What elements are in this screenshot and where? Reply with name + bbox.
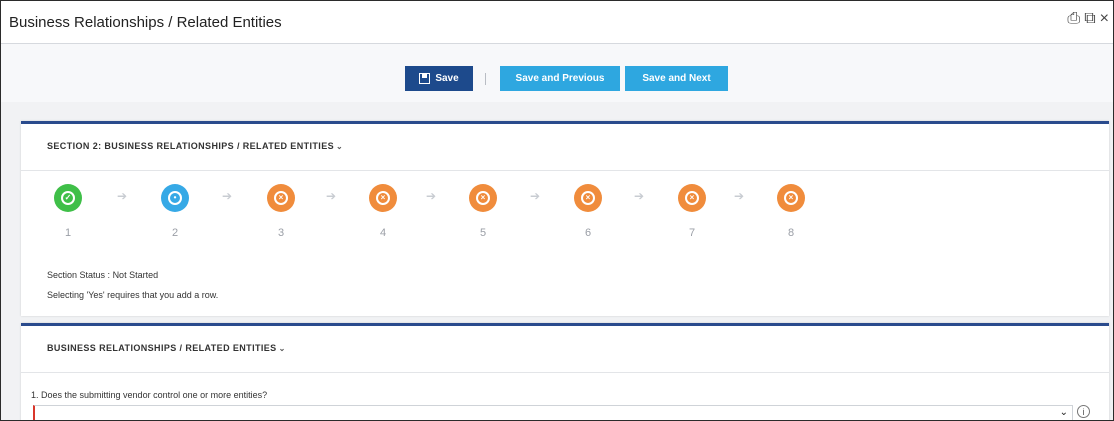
action-toolbar: Save Save and Previous Save and Next (1, 44, 1113, 102)
print-icon[interactable]: ⎙ (1067, 11, 1080, 27)
section-header[interactable]: SECTION 2: BUSINESS RELATIONSHIPS / RELA… (21, 124, 1109, 171)
question-label: 1. Does the submitting vendor control on… (31, 390, 268, 400)
section-status: Section Status : Not Started (47, 270, 158, 280)
arrow-right-icon: ➔ (426, 189, 437, 203)
step-number: 3 (277, 227, 285, 239)
arrow-right-icon: ➔ (734, 189, 745, 203)
step-2[interactable]: • 2 (155, 184, 195, 239)
close-icon[interactable]: × (1100, 11, 1109, 27)
dialog-window: Business Relationships / Related Entitie… (0, 0, 1114, 421)
step-3[interactable]: × 3 (261, 184, 301, 239)
save-button-label: Save (435, 73, 459, 84)
step-number: 4 (379, 227, 387, 239)
step-status-icon: • (161, 184, 189, 212)
step-number: 5 (479, 227, 487, 239)
section-status-label: Section Status : (47, 270, 111, 280)
save-button[interactable]: Save (405, 66, 473, 91)
section-note: Selecting 'Yes' requires that you add a … (47, 290, 219, 300)
step-number: 1 (64, 227, 72, 239)
arrow-right-icon: ➔ (222, 189, 233, 203)
step-status-icon: × (369, 184, 397, 212)
chevron-down-icon[interactable]: ⌄ (279, 344, 286, 353)
answer-select[interactable]: ⌄ (33, 405, 1073, 420)
step-number: 7 (688, 227, 696, 239)
save-icon (419, 73, 431, 84)
save-and-next-button[interactable]: Save and Next (625, 66, 728, 91)
step-status-icon: × (267, 184, 295, 212)
step-status-icon: × (469, 184, 497, 212)
section-heading: SECTION 2: BUSINESS RELATIONSHIPS / RELA… (47, 141, 344, 151)
step-6[interactable]: × 6 (568, 184, 608, 239)
step-1[interactable]: ✓ 1 (48, 184, 88, 239)
step-status-icon: ✓ (54, 184, 82, 212)
progress-stepper: ✓ 1 ➔ • 2 ➔ × 3 ➔ × 4 ➔ × 5 ➔ × 6 ➔ × 7 … (21, 184, 1109, 254)
step-status-icon: × (777, 184, 805, 212)
window-title: Business Relationships / Related Entitie… (9, 14, 282, 31)
step-8[interactable]: × 8 (771, 184, 811, 239)
window-controls: ⎙ ⧉ × (1067, 11, 1109, 27)
section-card: SECTION 2: BUSINESS RELATIONSHIPS / RELA… (21, 121, 1109, 316)
chevron-down-icon[interactable]: ⌄ (336, 142, 343, 151)
arrow-right-icon: ➔ (117, 189, 128, 203)
chevron-down-icon[interactable]: ⌄ (1060, 407, 1068, 418)
arrow-right-icon: ➔ (326, 189, 337, 203)
title-bar: Business Relationships / Related Entitie… (1, 1, 1113, 44)
arrow-right-icon: ➔ (634, 189, 645, 203)
step-status-icon: × (574, 184, 602, 212)
step-7[interactable]: × 7 (672, 184, 712, 239)
step-status-icon: × (678, 184, 706, 212)
subsection-card: BUSINESS RELATIONSHIPS / RELATED ENTITIE… (21, 323, 1109, 420)
step-4[interactable]: × 4 (363, 184, 403, 239)
toolbar-divider (485, 73, 486, 85)
info-icon[interactable]: i (1077, 405, 1090, 418)
subsection-header[interactable]: BUSINESS RELATIONSHIPS / RELATED ENTITIE… (21, 326, 1109, 373)
step-5[interactable]: × 5 (463, 184, 503, 239)
subsection-heading: BUSINESS RELATIONSHIPS / RELATED ENTITIE… (47, 343, 286, 353)
arrow-right-icon: ➔ (530, 189, 541, 203)
section-status-value: Not Started (112, 270, 159, 280)
step-number: 6 (584, 227, 592, 239)
step-number: 8 (787, 227, 795, 239)
popout-icon[interactable]: ⧉ (1084, 11, 1095, 27)
step-number: 2 (171, 227, 179, 239)
save-and-previous-button[interactable]: Save and Previous (500, 66, 620, 91)
